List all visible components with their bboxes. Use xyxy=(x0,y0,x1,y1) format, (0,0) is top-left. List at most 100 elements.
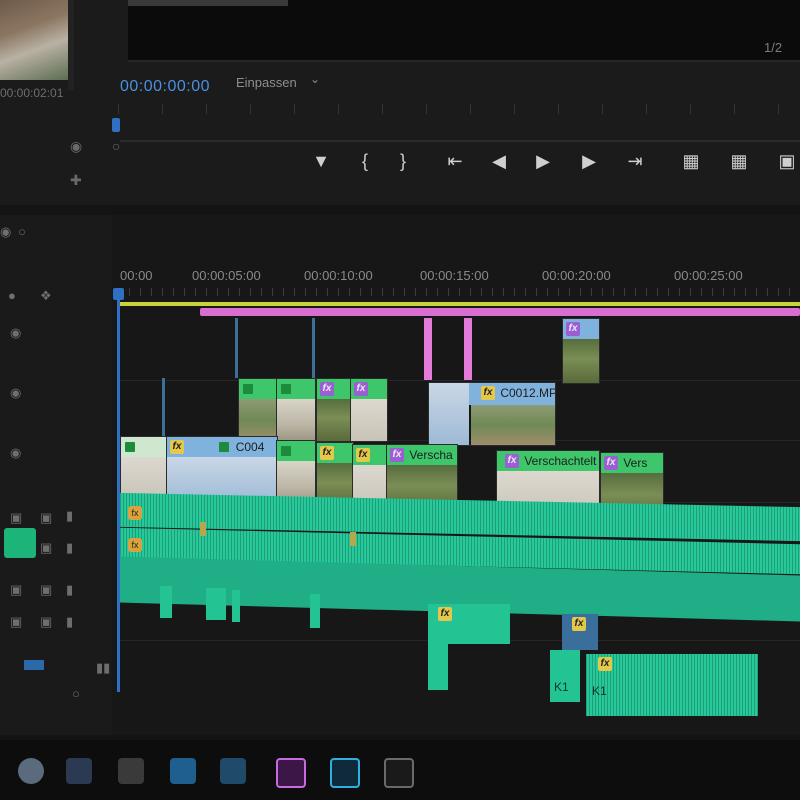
ruler-ticks xyxy=(118,288,800,296)
mic-icon[interactable]: ▮ xyxy=(66,540,73,556)
fx-badge: fx xyxy=(170,440,184,454)
audio-keyframe[interactable] xyxy=(200,522,206,536)
step-back-icon[interactable]: ◀ xyxy=(484,148,514,174)
add-icon[interactable]: ✚ xyxy=(70,172,82,189)
app-icon[interactable] xyxy=(384,758,414,788)
video-clip[interactable] xyxy=(120,436,168,500)
program-viewer xyxy=(128,0,800,62)
playhead-timecode[interactable]: 00:00:00:00 xyxy=(120,78,210,96)
audio-clip[interactable] xyxy=(160,586,172,618)
solo-icon[interactable]: ▣ xyxy=(40,614,52,630)
clip-name: C004 xyxy=(235,440,265,454)
audio-clip[interactable]: fx xyxy=(428,604,510,644)
ruler-tick-label: 00:00:20:00 xyxy=(542,268,611,283)
source-thumbnail[interactable] xyxy=(0,0,68,80)
app-icon[interactable] xyxy=(170,758,196,784)
audio-clip[interactable] xyxy=(206,588,226,620)
mute-icon[interactable]: ▣ xyxy=(10,582,22,598)
audio-clip[interactable] xyxy=(232,590,240,622)
snap-icon[interactable]: ◉ xyxy=(0,224,11,240)
fx-badge: fx xyxy=(128,538,142,552)
link-icon[interactable]: ○ xyxy=(18,224,26,239)
solo-icon[interactable]: ▣ xyxy=(40,540,52,556)
fx-badge: fx xyxy=(505,454,519,468)
video-clip-c0012[interactable]: fx C0012.MP xyxy=(428,382,556,446)
premiere-icon[interactable] xyxy=(276,758,306,788)
step-forward-icon[interactable]: ▶ xyxy=(574,148,604,174)
render-bar xyxy=(118,302,800,306)
video-clip[interactable] xyxy=(276,378,316,442)
audio-clip[interactable] xyxy=(310,594,320,628)
clip-name: Verschachtelt xyxy=(524,454,597,468)
solo-icon[interactable]: ▣ xyxy=(40,510,52,526)
go-to-in-icon[interactable]: ⇤ xyxy=(440,148,470,174)
wrench-icon[interactable]: ● xyxy=(8,288,16,303)
lift-icon[interactable]: ▦ xyxy=(676,148,706,174)
monitor-playhead[interactable] xyxy=(112,118,120,132)
video-clip[interactable]: fx xyxy=(562,318,600,384)
app-icon[interactable] xyxy=(18,758,44,784)
audio-clip-k1[interactable]: K1 xyxy=(550,650,580,702)
track-headers xyxy=(0,215,112,735)
settings-icon[interactable]: ◉ xyxy=(70,138,82,155)
fx-badge: fx xyxy=(390,448,404,462)
extract-icon[interactable]: ▦ xyxy=(724,148,754,174)
audio-clip[interactable] xyxy=(428,640,448,690)
viewer-edge xyxy=(128,0,288,6)
mic-icon[interactable]: ▮ xyxy=(66,614,73,630)
scrub-bar[interactable] xyxy=(120,140,800,142)
mute-icon[interactable]: ▣ xyxy=(10,510,22,526)
photoshop-icon[interactable] xyxy=(330,758,360,788)
app-icon[interactable] xyxy=(220,758,246,784)
sequence-marker[interactable] xyxy=(464,318,472,380)
ruler-tick-label: 00:00:10:00 xyxy=(304,268,373,283)
video-clip[interactable] xyxy=(238,378,278,442)
audio-clip-k1-long[interactable]: fx K1 xyxy=(586,654,758,716)
marker-icon[interactable]: ▼ xyxy=(306,148,336,174)
panel-divider[interactable] xyxy=(68,0,74,90)
video-clip[interactable]: fx xyxy=(350,378,388,442)
fx-badge: fx xyxy=(354,382,368,396)
go-to-out-icon[interactable]: ⇥ xyxy=(620,148,650,174)
clip-name: Vers xyxy=(623,456,648,470)
settings-icon[interactable]: ❖ xyxy=(40,288,52,304)
mic-icon[interactable]: ▮ xyxy=(66,508,73,524)
mark-out-icon[interactable]: } xyxy=(388,148,418,174)
timeline-playhead[interactable] xyxy=(117,292,120,692)
fx-badge: fx xyxy=(438,607,452,621)
fx-badge: fx xyxy=(598,657,612,671)
ruler-tick-label: 00:00:25:00 xyxy=(674,268,743,283)
zoom-fit-select[interactable]: Einpassen xyxy=(236,75,297,90)
clip-edge[interactable] xyxy=(235,318,238,378)
eye-icon[interactable]: ◉ xyxy=(10,445,21,461)
eye-icon[interactable]: ◉ xyxy=(10,325,21,341)
audio-keyframe[interactable] xyxy=(350,532,356,546)
circle-icon: ○ xyxy=(112,138,121,154)
clip-edge[interactable] xyxy=(162,378,165,440)
audio-clip[interactable]: fx xyxy=(562,614,598,650)
mark-in-icon[interactable]: { xyxy=(350,148,380,174)
fx-badge: fx xyxy=(356,448,370,462)
app-icon[interactable] xyxy=(118,758,144,784)
app-icon[interactable] xyxy=(66,758,92,784)
playhead-handle[interactable] xyxy=(113,288,124,300)
work-area-bar[interactable] xyxy=(200,308,800,316)
fx-badge: fx xyxy=(566,322,580,336)
video-clip[interactable]: fx xyxy=(316,378,352,442)
mute-icon[interactable]: ▣ xyxy=(10,614,22,630)
ruler-tick-label: 00:00:05:00 xyxy=(192,268,261,283)
clip-edge[interactable] xyxy=(312,318,315,378)
export-frame-icon[interactable]: ▣ xyxy=(772,148,800,174)
chevron-down-icon[interactable]: ⌄ xyxy=(310,72,320,86)
fx-badge: fx xyxy=(128,506,142,520)
track-target-toggle[interactable] xyxy=(4,528,36,558)
play-icon[interactable]: ▶ xyxy=(528,148,558,174)
monitor-ruler[interactable] xyxy=(118,104,800,114)
fx-badge: fx xyxy=(481,386,495,400)
circle-icon[interactable]: ○ xyxy=(72,686,80,701)
solo-icon[interactable]: ▣ xyxy=(40,582,52,598)
nav-icon[interactable]: ▮▮ xyxy=(96,660,110,676)
sequence-marker[interactable] xyxy=(424,318,432,380)
mic-icon[interactable]: ▮ xyxy=(66,582,73,598)
eye-icon[interactable]: ◉ xyxy=(10,385,21,401)
